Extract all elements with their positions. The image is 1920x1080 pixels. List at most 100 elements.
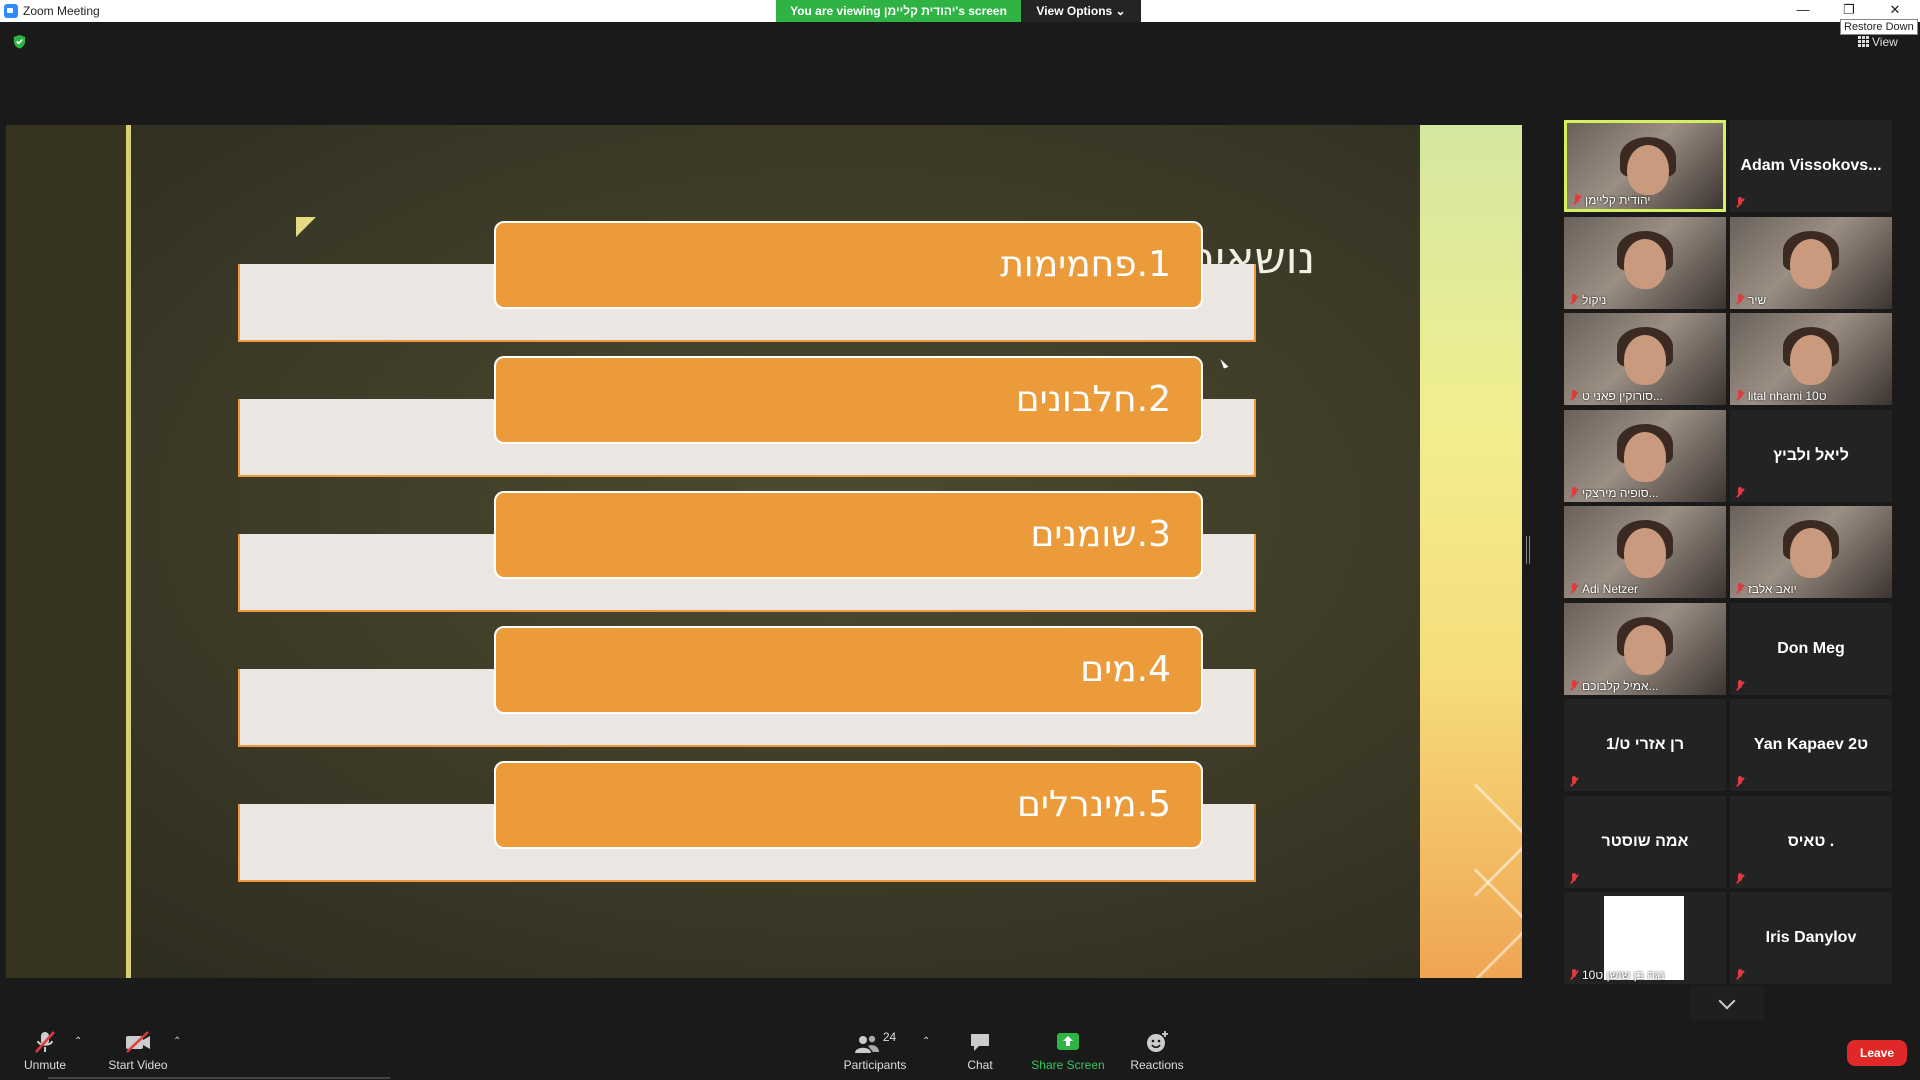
- muted-mic-icon: [1736, 680, 1744, 691]
- participant-label: Adi Netzer: [1582, 582, 1639, 596]
- gallery-scroll-down-button[interactable]: [1690, 986, 1764, 1020]
- muted-mic-icon: [1736, 390, 1744, 401]
- participant-label: אמיל קלבוכם...: [1582, 679, 1659, 693]
- participant-tile[interactable]: רן אזרי ט/1: [1564, 699, 1726, 791]
- slide-item-label: 2.חלבונים: [494, 356, 1203, 444]
- start-video-label: Start Video: [108, 1058, 168, 1072]
- muted-mic-icon: [1736, 969, 1744, 980]
- participant-label: שיר: [1748, 293, 1767, 307]
- participant-tile[interactable]: שיר: [1730, 217, 1892, 309]
- participant-label: lital nhami 10ט: [1748, 389, 1827, 403]
- participant-tile[interactable]: אמה שוסטר: [1564, 796, 1726, 888]
- participant-name: טאיס .: [1787, 833, 1835, 850]
- participant-tile[interactable]: Adi Netzer: [1564, 506, 1726, 598]
- reactions-button[interactable]: Reactions: [1112, 1030, 1202, 1076]
- view-label: View: [1872, 35, 1898, 49]
- participant-tile[interactable]: טאיס .: [1730, 796, 1892, 888]
- participant-tile[interactable]: אמיל קלבוכם...: [1564, 603, 1726, 695]
- participant-tile[interactable]: סופיה מירצקי...: [1564, 410, 1726, 502]
- participant-name: Iris Danylov: [1765, 929, 1857, 946]
- participant-label: נגה בן שושן ט10: [1582, 968, 1665, 982]
- muted-mic-icon: [1570, 680, 1578, 691]
- minimize-icon[interactable]: —: [1780, 0, 1826, 22]
- leave-meeting-button[interactable]: Leave: [1847, 1040, 1907, 1066]
- encryption-shield-icon[interactable]: [12, 34, 27, 49]
- share-screen-icon: [1057, 1033, 1079, 1050]
- muted-mic-icon: [1570, 294, 1578, 305]
- zoom-app-icon: [4, 4, 18, 18]
- meeting-toolbar: Unmute ⌃ Start Video ⌃ 24 Participants ⌃…: [0, 1020, 1920, 1080]
- viewing-screen-label: You are viewing יהודית קליימן's screen: [776, 0, 1021, 22]
- video-off-icon: [126, 1031, 150, 1053]
- participants-icon: 24: [845, 1030, 905, 1054]
- start-video-button[interactable]: Start Video ⌃: [93, 1030, 183, 1076]
- muted-mic-icon: [1570, 776, 1578, 787]
- muted-mic-icon: [1570, 390, 1578, 401]
- participant-tile[interactable]: ליאל ולביץ: [1730, 410, 1892, 502]
- video-options-caret-icon[interactable]: ⌃: [173, 1036, 181, 1047]
- reactions-label: Reactions: [1130, 1058, 1184, 1072]
- shared-screen: נושאים 1.פחמימות 2.חלבונים 3.שומנים 4.מי…: [6, 125, 1522, 978]
- people-icon: [854, 1035, 879, 1053]
- participant-tile[interactable]: Iris Danylov: [1730, 892, 1892, 984]
- participant-label: ניקול: [1582, 293, 1607, 307]
- participant-tile[interactable]: נגה בן שושן ט10: [1564, 892, 1726, 984]
- muted-mic-icon: [1736, 776, 1744, 787]
- participant-label: יהודית קליימן: [1585, 193, 1651, 207]
- slide-item: 2.חלבונים: [238, 356, 1256, 477]
- participant-tile[interactable]: יהודית קליימן: [1564, 120, 1726, 212]
- muted-mic-icon: [1573, 194, 1581, 205]
- participant-name: ליאל ולביץ: [1773, 447, 1849, 464]
- slide-item: 4.מים: [238, 626, 1256, 747]
- slide-item: 5.מינרלים: [238, 761, 1256, 882]
- participant-label: סורוקין פאני ט...: [1582, 389, 1663, 403]
- chat-bubble-icon: [971, 1034, 989, 1051]
- participants-button[interactable]: 24 Participants ⌃: [830, 1030, 931, 1076]
- muted-mic-icon: [1570, 969, 1578, 980]
- grid-icon: [1858, 36, 1869, 47]
- muted-mic-icon: [1736, 873, 1744, 884]
- participant-tile[interactable]: lital nhami 10ט: [1730, 313, 1892, 405]
- slide-item-label: 1.פחמימות: [494, 221, 1203, 309]
- window-title: Zoom Meeting: [23, 4, 100, 18]
- participant-tile[interactable]: יואב אלבז: [1730, 506, 1892, 598]
- muted-mic-icon: [1736, 583, 1744, 594]
- chat-button[interactable]: Chat: [935, 1030, 1025, 1076]
- participants-count: 24: [882, 1030, 897, 1044]
- slide-item: 1.פחמימות: [238, 221, 1256, 342]
- share-screen-button[interactable]: Share Screen: [1023, 1030, 1113, 1076]
- participant-tile[interactable]: Adam Vissokovs...: [1730, 120, 1892, 212]
- audio-options-caret-icon[interactable]: ⌃: [74, 1036, 82, 1047]
- slide-item-label: 5.מינרלים: [494, 761, 1203, 849]
- slide-left-bar: [6, 125, 126, 978]
- participants-caret-icon[interactable]: ⌃: [922, 1036, 930, 1047]
- muted-mic-icon: [1736, 197, 1744, 208]
- gallery-view-button[interactable]: View: [1858, 35, 1898, 49]
- unmute-label: Unmute: [23, 1058, 67, 1072]
- participant-name: Yan Kapaev 2ט: [1753, 736, 1869, 753]
- participant-name: אמה שוסטר: [1601, 833, 1689, 850]
- slide-item: 3.שומנים: [238, 491, 1256, 612]
- slide-item-label: 3.שומנים: [494, 491, 1203, 579]
- muted-microphone-icon: [35, 1031, 55, 1053]
- screen-share-banner: You are viewing יהודית קליימן's screen V…: [776, 0, 1141, 22]
- muted-mic-icon: [1570, 583, 1578, 594]
- participant-tile[interactable]: ניקול: [1564, 217, 1726, 309]
- participant-tile[interactable]: Don Meg: [1730, 603, 1892, 695]
- restore-down-tooltip: Restore Down: [1840, 19, 1918, 35]
- muted-mic-icon: [1570, 873, 1578, 884]
- share-screen-label: Share Screen: [1031, 1058, 1105, 1072]
- panel-splitter-handle[interactable]: [1526, 536, 1530, 564]
- participants-label: Participants: [843, 1058, 907, 1072]
- participant-tile[interactable]: Yan Kapaev 2ט: [1730, 699, 1892, 791]
- toolbar-divider: [48, 1077, 390, 1079]
- muted-mic-icon: [1736, 294, 1744, 305]
- unmute-button[interactable]: Unmute ⌃: [0, 1030, 90, 1076]
- participant-tile[interactable]: סורוקין פאני ט...: [1564, 313, 1726, 405]
- participant-label: סופיה מירצקי...: [1582, 486, 1659, 500]
- slide-item-label: 4.מים: [494, 626, 1203, 714]
- participant-name: רן אזרי ט/1: [1605, 736, 1685, 753]
- view-options-button[interactable]: View Options ⌄: [1021, 0, 1141, 22]
- muted-mic-icon: [1570, 487, 1578, 498]
- slide-accent-line: [126, 125, 131, 978]
